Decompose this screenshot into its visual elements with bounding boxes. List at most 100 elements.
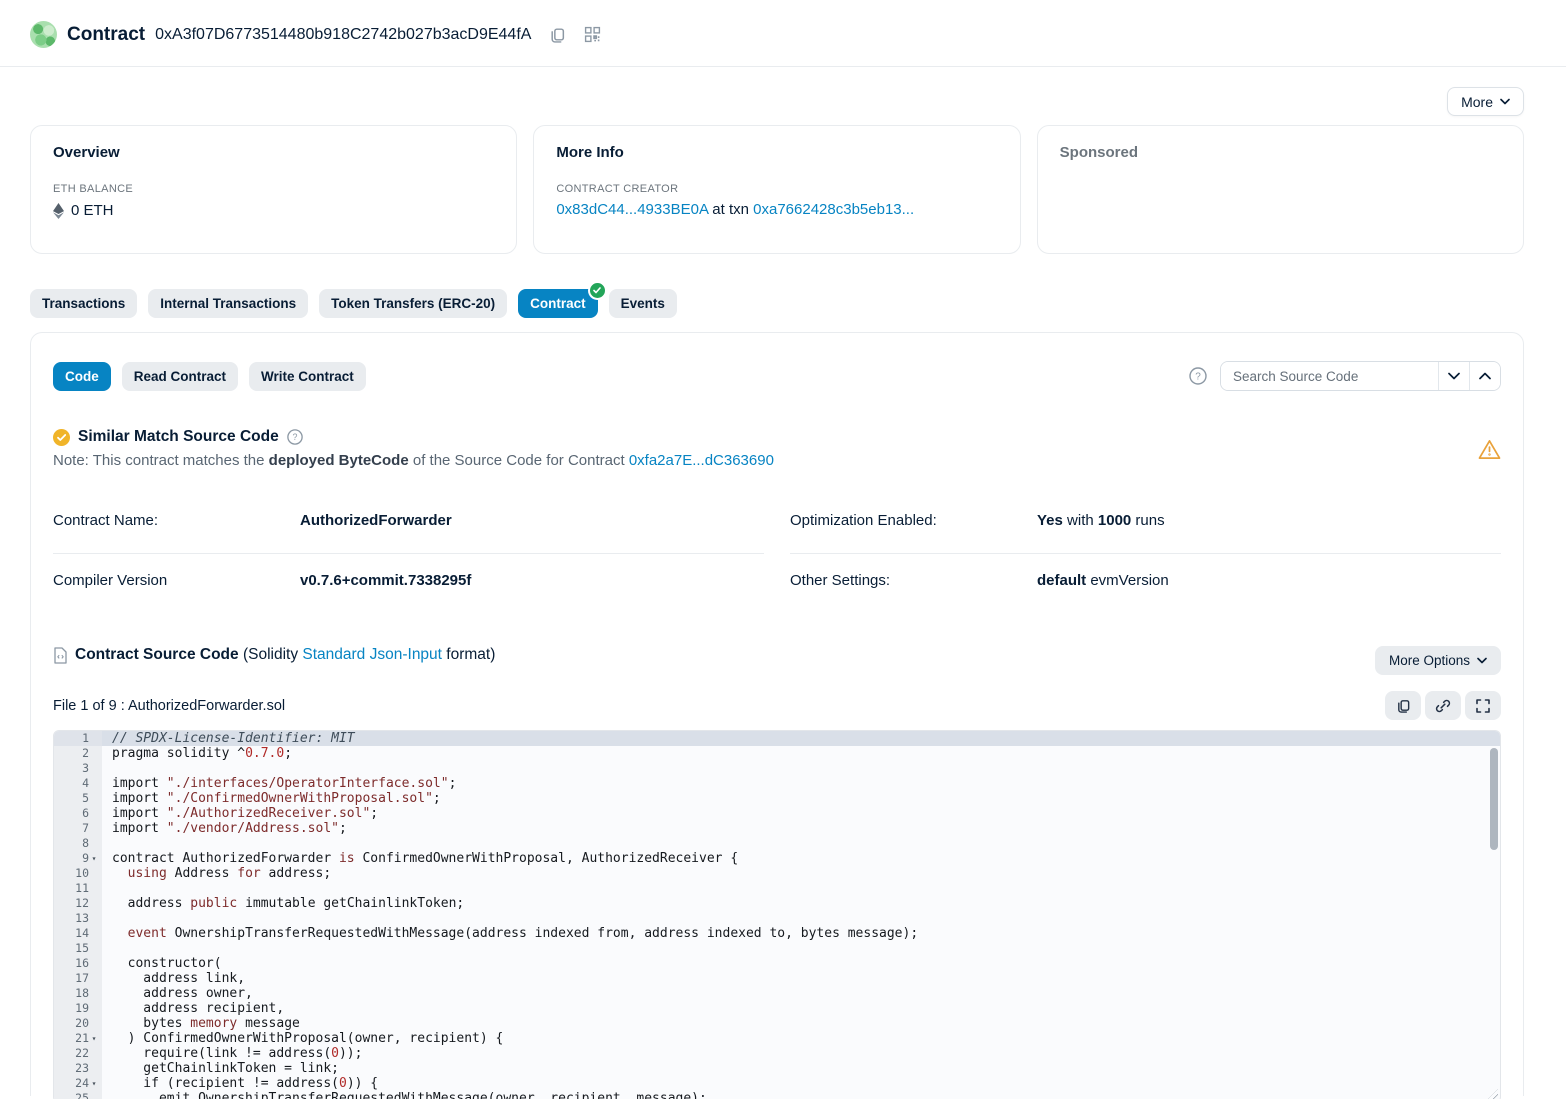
more-options-button[interactable]: More Options xyxy=(1375,646,1501,675)
line-number: 10 xyxy=(54,866,102,881)
code-line-row: 20 bytes memory message xyxy=(54,1016,1500,1031)
code-line-row: 2pragma solidity ^0.7.0; xyxy=(54,746,1500,761)
verified-check-icon xyxy=(590,283,605,298)
more-button-label: More xyxy=(1461,94,1493,110)
code-line: constructor( xyxy=(102,956,1500,971)
creation-txn-link[interactable]: 0xa7662428c3b5eb13... xyxy=(753,201,914,218)
page-title: Contract xyxy=(67,24,145,46)
contract-details: Contract Name: AuthorizedForwarder Compi… xyxy=(53,494,1501,613)
line-number: 12 xyxy=(54,896,102,911)
copy-icon xyxy=(1396,698,1411,713)
code-line-row: 12 address public immutable getChainlink… xyxy=(54,896,1500,911)
code-line: using Address for address; xyxy=(102,866,1500,881)
code-line-row: 8 xyxy=(54,836,1500,851)
code-line: // SPDX-License-Identifier: MIT xyxy=(102,731,1500,746)
fold-toggle[interactable]: 24▾ xyxy=(54,1076,102,1091)
tab-internal-transactions[interactable]: Internal Transactions xyxy=(148,289,308,318)
code-line: require(link != address(0)); xyxy=(102,1046,1500,1061)
code-line-row: 13 xyxy=(54,911,1500,926)
source-code-editor[interactable]: 1// SPDX-License-Identifier: MIT2pragma … xyxy=(53,730,1501,1099)
code-line-row: 19 address recipient, xyxy=(54,1001,1500,1016)
code-line-row: 22 require(link != address(0)); xyxy=(54,1046,1500,1061)
tab-events[interactable]: Events xyxy=(609,289,677,318)
optimization-row: Optimization Enabled: Yes with 1000 runs xyxy=(790,494,1501,554)
code-line-row: 4import "./interfaces/OperatorInterface.… xyxy=(54,776,1500,791)
fold-toggle[interactable]: 9▾ xyxy=(54,851,102,866)
code-line-row: 14 event OwnershipTransferRequestedWithM… xyxy=(54,926,1500,941)
tab-contract[interactable]: Contract xyxy=(518,289,598,318)
contract-name-row: Contract Name: AuthorizedForwarder xyxy=(53,494,764,554)
subtab-write-contract[interactable]: Write Contract xyxy=(249,362,366,391)
line-number: 22 xyxy=(54,1046,102,1061)
line-number: 3 xyxy=(54,761,102,776)
search-source-code-input[interactable] xyxy=(1221,362,1438,390)
subtab-read-contract[interactable]: Read Contract xyxy=(122,362,238,391)
code-line-row: 17 address link, xyxy=(54,971,1500,986)
help-icon[interactable]: ? xyxy=(1189,367,1207,385)
editor-scrollbar[interactable] xyxy=(1490,748,1498,850)
code-line-row: 21▾ ) ConfirmedOwnerWithProposal(owner, … xyxy=(54,1031,1500,1046)
eth-balance-value: 0 ETH xyxy=(71,202,114,219)
fold-toggle[interactable]: 21▾ xyxy=(54,1031,102,1046)
code-line: event OwnershipTransferRequestedWithMess… xyxy=(102,926,1500,941)
code-line: ) ConfirmedOwnerWithProposal(owner, reci… xyxy=(102,1031,1500,1046)
expand-icon xyxy=(1476,699,1490,713)
similar-match-note: Note: This contract matches the deployed… xyxy=(53,452,1501,469)
help-icon[interactable]: ? xyxy=(287,429,303,445)
code-line-row: 11 xyxy=(54,881,1500,896)
ethereum-icon xyxy=(53,203,64,219)
search-prev-button[interactable] xyxy=(1469,362,1500,390)
code-line-row: 25 emit OwnershipTransferRequestedWithMe… xyxy=(54,1091,1500,1099)
line-number: 16 xyxy=(54,956,102,971)
subtab-code[interactable]: Code xyxy=(53,362,111,391)
permalink-button[interactable] xyxy=(1425,691,1461,720)
svg-text:?: ? xyxy=(292,432,297,442)
code-line: import "./vendor/Address.sol"; xyxy=(102,821,1500,836)
more-info-card-title: More Info xyxy=(556,144,997,161)
tab-token-transfers[interactable]: Token Transfers (ERC-20) xyxy=(319,289,507,318)
tab-transactions[interactable]: Transactions xyxy=(30,289,137,318)
search-next-button[interactable] xyxy=(1438,362,1469,390)
code-line: import "./interfaces/OperatorInterface.s… xyxy=(102,776,1500,791)
copy-address-icon[interactable] xyxy=(549,26,566,43)
code-line xyxy=(102,911,1500,926)
code-line: address recipient, xyxy=(102,1001,1500,1016)
compiler-version-value: v0.7.6+commit.7338295f xyxy=(300,572,471,589)
line-number: 11 xyxy=(54,881,102,896)
contract-avatar xyxy=(30,21,57,48)
code-line: if (recipient != address(0)) { xyxy=(102,1076,1500,1091)
chevron-down-icon xyxy=(1448,372,1460,380)
json-input-format-link[interactable]: Standard Json-Input xyxy=(302,646,442,663)
line-number: 23 xyxy=(54,1061,102,1076)
fullscreen-button[interactable] xyxy=(1465,691,1501,720)
code-line: emit OwnershipTransferRequestedWithMessa… xyxy=(102,1091,1500,1099)
eth-balance-label: ETH BALANCE xyxy=(53,183,494,195)
line-number: 19 xyxy=(54,1001,102,1016)
copy-source-button[interactable] xyxy=(1385,691,1421,720)
qr-code-icon[interactable] xyxy=(584,26,601,43)
contract-subtabs: Code Read Contract Write Contract xyxy=(53,362,366,391)
overview-card-title: Overview xyxy=(53,144,494,161)
contract-name-value: AuthorizedForwarder xyxy=(300,512,452,529)
line-number: 1 xyxy=(54,731,102,746)
other-settings-value: default evmVersion xyxy=(1037,572,1169,589)
code-line xyxy=(102,836,1500,851)
code-line-row: 18 address owner, xyxy=(54,986,1500,1001)
sponsored-card: Sponsored xyxy=(1037,125,1524,254)
code-line-row: 24▾ if (recipient != address(0)) { xyxy=(54,1076,1500,1091)
code-line-row: 10 using Address for address; xyxy=(54,866,1500,881)
code-line: getChainlinkToken = link; xyxy=(102,1061,1500,1076)
line-number: 6 xyxy=(54,806,102,821)
matched-contract-link[interactable]: 0xfa2a7E...dC363690 xyxy=(629,452,774,469)
source-code-title: Contract Source Code (Solidity Standard … xyxy=(75,646,495,664)
code-line-row: 15 xyxy=(54,941,1500,956)
creator-address-link[interactable]: 0x83dC44...4933BE0A xyxy=(556,201,708,218)
code-lines: 1// SPDX-License-Identifier: MIT2pragma … xyxy=(54,731,1500,1099)
optimization-label: Optimization Enabled: xyxy=(790,512,1037,529)
code-line: import "./AuthorizedReceiver.sol"; xyxy=(102,806,1500,821)
code-line: import "./ConfirmedOwnerWithProposal.sol… xyxy=(102,791,1500,806)
line-number: 15 xyxy=(54,941,102,956)
other-settings-label: Other Settings: xyxy=(790,572,1037,589)
code-line-row: 23 getChainlinkToken = link; xyxy=(54,1061,1500,1076)
more-button[interactable]: More xyxy=(1447,87,1524,116)
